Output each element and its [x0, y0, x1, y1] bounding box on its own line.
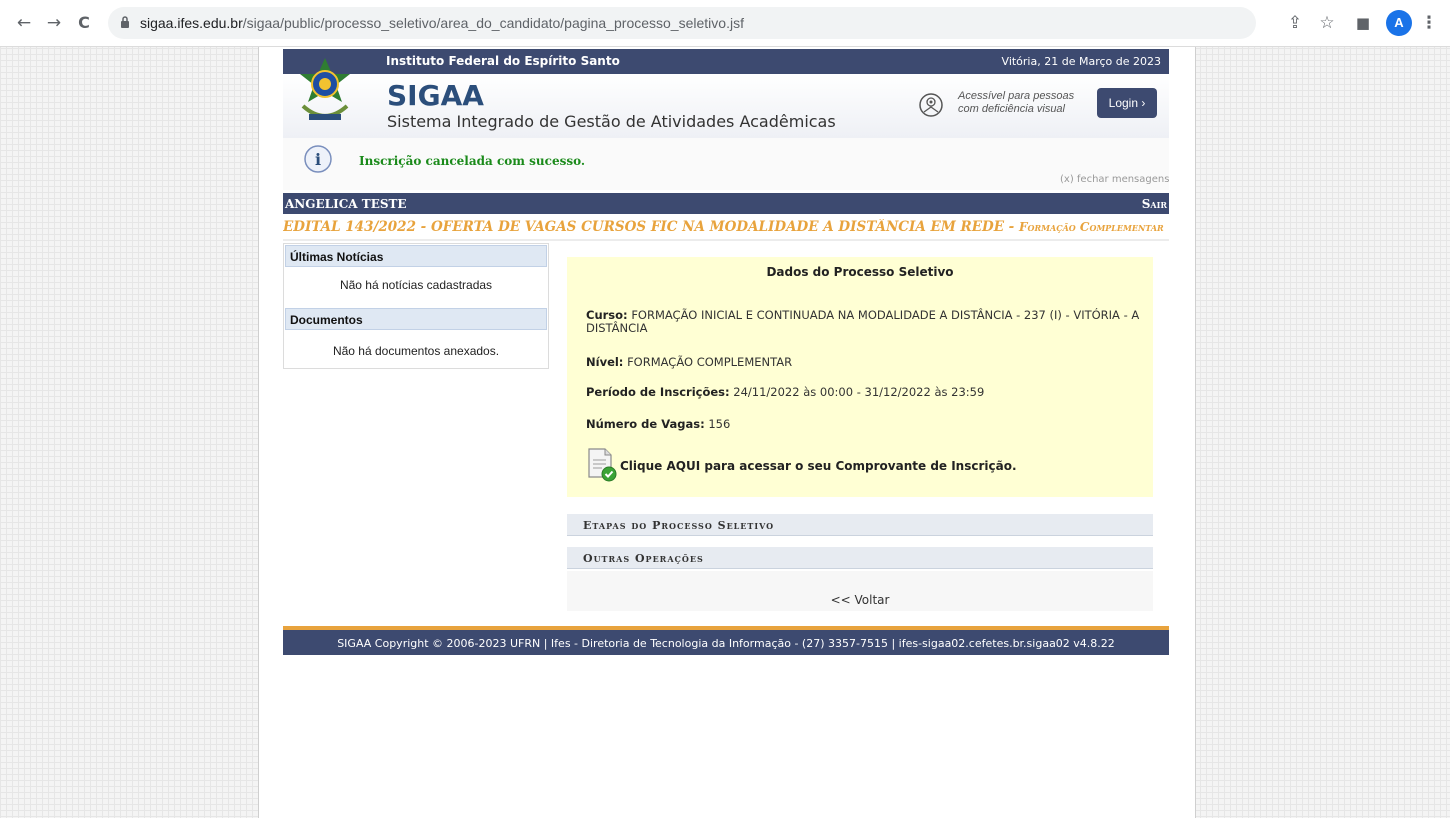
reload-icon[interactable]: C — [74, 13, 94, 33]
footer-text: SIGAA Copyright © 2006-2023 UFRN | Ifes … — [337, 637, 1115, 650]
url-host: sigaa.ifes.edu.br — [140, 15, 243, 31]
user-bar: ANGELICA TESTE Sair — [283, 193, 1169, 214]
institution-name: Instituto Federal do Espírito Santo — [386, 54, 620, 68]
close-messages-link[interactable]: (x) fechar mensagens — [1060, 174, 1169, 185]
nivel-row: Nível: FORMAÇÃO COMPLEMENTAR — [586, 356, 1142, 369]
comprovante-link[interactable]: Clique AQUI para acessar o seu Comprovan… — [620, 459, 1017, 473]
sigaa-logo: SIGAA — [387, 79, 484, 112]
process-data-title: Dados do Processo Seletivo — [766, 265, 954, 279]
lock-icon — [121, 16, 129, 28]
edital-title: EDITAL 143/2022 - OFERTA DE VAGAS CURSOS… — [283, 219, 1169, 241]
curso-row: Curso: FORMAÇÃO INICIAL E CONTINUADA NA … — [586, 309, 1142, 335]
success-message: Inscrição cancelada com sucesso. — [359, 154, 586, 168]
news-header: Últimas Notícias — [285, 245, 547, 267]
institution-bar: Instituto Federal do Espírito Santo Vitó… — [283, 49, 1169, 74]
vagas-value: 156 — [708, 417, 731, 431]
nivel-value: FORMAÇÃO COMPLEMENTAR — [627, 355, 793, 369]
back-arrow-icon[interactable]: ← — [14, 13, 34, 33]
current-date: Vitória, 21 de Março de 2023 — [1001, 55, 1161, 68]
curso-value: FORMAÇÃO INICIAL E CONTINUADA NA MODALID… — [586, 308, 1140, 335]
footer: SIGAA Copyright © 2006-2023 UFRN | Ifes … — [283, 626, 1169, 655]
accessibility-text[interactable]: Acessível para pessoas com deficiência v… — [958, 90, 1083, 116]
vagas-row: Número de Vagas: 156 — [586, 418, 1142, 431]
star-icon[interactable]: ☆ — [1316, 12, 1338, 34]
logout-link[interactable]: Sair — [1142, 197, 1167, 211]
edital-name: EDITAL 143/2022 - OFERTA DE VAGAS CURSOS… — [283, 219, 1019, 235]
periodo-row: Período de Inscrições: 24/11/2022 às 00:… — [586, 386, 1142, 399]
outras-operacoes-section-header[interactable]: Outras Operações — [567, 547, 1153, 569]
nivel-label: Nível: — [586, 355, 624, 369]
edital-level: Formação Complementar — [1019, 220, 1164, 234]
url-text: sigaa.ifes.edu.br/sigaa/public/processo_… — [140, 15, 744, 31]
login-button[interactable]: Login › — [1097, 88, 1157, 118]
periodo-label: Período de Inscrições: — [586, 385, 730, 399]
user-name: ANGELICA TESTE — [285, 197, 407, 211]
profile-avatar[interactable]: A — [1386, 10, 1412, 36]
svg-text:i: i — [315, 150, 321, 169]
vagas-label: Número de Vagas: — [586, 417, 705, 431]
sidebar-panel: Últimas Notícias Não há notícias cadastr… — [283, 243, 549, 369]
documents-empty-text: Não há documentos anexados. — [332, 344, 500, 358]
accessibility-icon[interactable] — [918, 92, 944, 118]
periodo-value: 24/11/2022 às 00:00 - 31/12/2022 às 23:5… — [733, 385, 985, 399]
share-icon[interactable]: ⇪ — [1284, 12, 1306, 34]
process-data-box: Dados do Processo Seletivo Curso: FORMAÇ… — [567, 257, 1153, 497]
forward-arrow-icon[interactable]: → — [44, 13, 64, 33]
document-check-icon[interactable] — [586, 447, 618, 483]
url-path: /sigaa/public/processo_seletivo/area_do_… — [242, 15, 744, 31]
curso-label: Curso: — [586, 308, 628, 322]
sidepanel-icon[interactable]: ■ — [1352, 12, 1374, 34]
address-bar[interactable]: sigaa.ifes.edu.br/sigaa/public/processo_… — [108, 7, 1256, 39]
brazil-coat-of-arms-icon — [300, 58, 350, 120]
system-subtitle: Sistema Integrado de Gestão de Atividade… — [387, 112, 836, 131]
news-empty-text: Não há notícias cadastradas — [339, 278, 493, 292]
etapas-section-header[interactable]: Etapas do Processo Seletivo — [567, 514, 1153, 536]
back-area: << Voltar — [567, 571, 1153, 611]
menu-kebab-icon[interactable]: ⋮ — [1418, 12, 1440, 34]
info-icon: i — [304, 145, 332, 173]
back-link[interactable]: << Voltar — [567, 593, 1153, 607]
browser-toolbar: ← → C sigaa.ifes.edu.br/sigaa/public/pro… — [0, 0, 1450, 47]
documents-header: Documentos — [285, 308, 547, 330]
